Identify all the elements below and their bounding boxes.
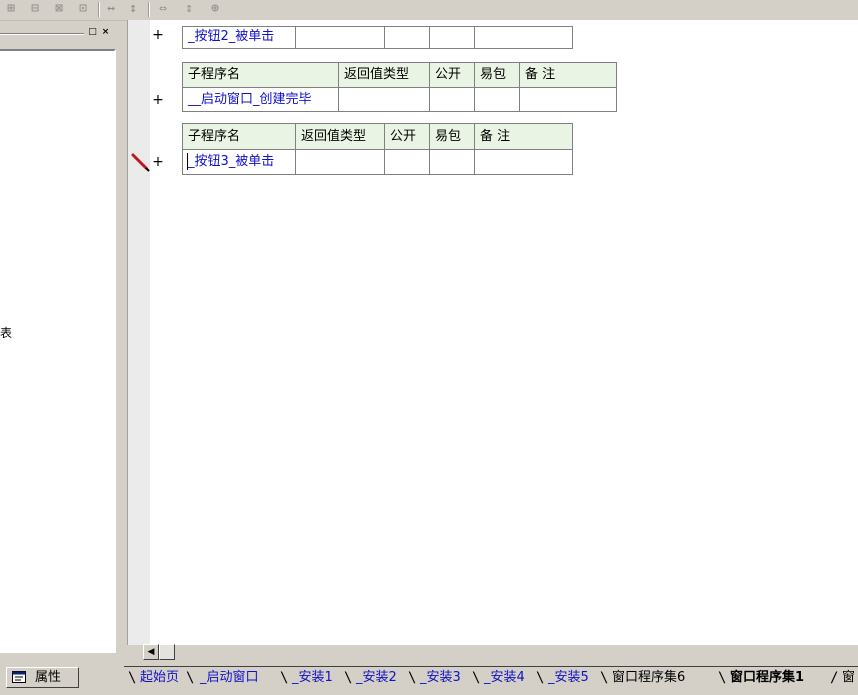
tab-separator: / — [830, 670, 839, 686]
remark-cell[interactable] — [474, 26, 573, 49]
subroutine-name-cell[interactable]: __启动窗口_创建完毕 — [182, 87, 339, 112]
properties-label: 属性 — [35, 670, 62, 685]
table-insert-icon[interactable]: ⊞ — [2, 1, 20, 17]
remark-cell[interactable] — [519, 87, 617, 112]
column-header-public: 公开 — [429, 62, 475, 88]
easy-pack-cell[interactable] — [429, 149, 475, 175]
easy-pack-cell[interactable] — [429, 26, 475, 49]
panel-grip[interactable] — [0, 33, 84, 35]
code-editor[interactable] — [127, 20, 858, 645]
panel-body: 表 — [0, 49, 116, 653]
tab-install1[interactable]: _安装1 — [292, 668, 333, 688]
subroutine-name-cell[interactable]: _按钮2_被单击 — [182, 26, 296, 49]
tab-separator: \ — [600, 670, 609, 686]
scroll-thumb[interactable] — [159, 644, 175, 660]
tab-install4[interactable]: _安装4 — [484, 668, 525, 688]
toolbar: ⊞ ⊟ ⊠ ⊡ ↔ ↕ ⇔ ⇕ ⊕ — [0, 0, 858, 21]
table-merge-icon[interactable]: ⊠ — [50, 1, 68, 17]
column-header-remark: 备 注 — [519, 62, 617, 88]
column-header-public: 公开 — [384, 123, 430, 150]
return-type-cell[interactable] — [338, 87, 430, 112]
align-height-icon[interactable]: ↕ — [124, 1, 142, 17]
left-panel: □ × 表 — [0, 20, 120, 660]
expand-icon[interactable]: + — [151, 154, 165, 170]
remark-cell[interactable] — [474, 149, 573, 175]
maximize-icon[interactable]: □ — [87, 27, 98, 38]
scroll-left-icon[interactable]: ◀ — [143, 644, 159, 660]
horizontal-scrollbar[interactable]: ◀ — [127, 644, 177, 661]
column-header-return-type: 返回值类型 — [338, 62, 430, 88]
column-header-return-type: 返回值类型 — [295, 123, 385, 150]
return-type-cell[interactable] — [295, 26, 385, 49]
properties-icon — [12, 671, 26, 683]
expand-icon[interactable]: + — [151, 27, 165, 43]
return-type-cell[interactable] — [295, 149, 385, 175]
tab-truncated[interactable]: 窗 — [842, 668, 855, 688]
toolbar-separator — [98, 2, 100, 17]
tab-separator: \ — [128, 670, 137, 686]
table-columns-icon[interactable]: ⊡ — [74, 1, 92, 17]
tab-separator: \ — [536, 670, 545, 686]
edit-cursor-icon — [131, 153, 150, 172]
tab-separator: \ — [344, 670, 353, 686]
column-header-name: 子程序名 — [182, 123, 296, 150]
document-tabs: \ 起始页 \ _启动窗口 \ _安装1 \ _安装2 \ _安装3 \ _安装… — [124, 666, 858, 690]
width-fit-icon[interactable]: ⇔ — [154, 1, 172, 17]
public-cell[interactable] — [384, 149, 430, 175]
easy-pack-cell[interactable] — [474, 87, 520, 112]
tab-install2[interactable]: _安装2 — [356, 668, 397, 688]
center-icon[interactable]: ⊕ — [206, 1, 224, 17]
column-header-name: 子程序名 — [182, 62, 339, 88]
tab-install3[interactable]: _安装3 — [420, 668, 461, 688]
tab-separator: \ — [408, 670, 417, 686]
public-cell[interactable] — [384, 26, 430, 49]
table-split-icon[interactable]: ⊟ — [26, 1, 44, 17]
close-icon[interactable]: × — [100, 27, 111, 38]
tab-install5[interactable]: _安装5 — [548, 668, 589, 688]
expand-icon[interactable]: + — [151, 92, 165, 108]
column-header-easy-pack: 易包 — [429, 123, 475, 150]
tab-window-assembly6[interactable]: 窗口程序集6 — [612, 668, 685, 688]
height-fit-icon[interactable]: ⇕ — [180, 1, 198, 17]
tab-separator: \ — [718, 670, 727, 686]
tabs-top-border — [124, 666, 858, 667]
subroutine-name-cell[interactable]: _按钮3_被单击 — [182, 149, 296, 175]
tab-start-page[interactable]: 起始页 — [140, 668, 179, 688]
tab-separator: \ — [280, 670, 289, 686]
toolbar-separator — [148, 2, 150, 17]
tab-window-assembly1[interactable]: 窗口程序集1 — [730, 668, 804, 688]
tab-separator: \ — [472, 670, 481, 686]
text-caret — [187, 153, 188, 170]
public-cell[interactable] — [429, 87, 475, 112]
column-header-easy-pack: 易包 — [474, 62, 520, 88]
tab-startup-window[interactable]: _启动窗口 — [200, 668, 259, 688]
column-header-remark: 备 注 — [474, 123, 573, 150]
editor-gutter — [127, 20, 150, 645]
tab-separator: \ — [186, 670, 195, 686]
properties-button[interactable]: 属性 — [6, 667, 79, 688]
align-width-icon[interactable]: ↔ — [102, 1, 120, 17]
panel-text-fragment: 表 — [0, 326, 13, 340]
panel-header: □ × — [0, 25, 118, 41]
